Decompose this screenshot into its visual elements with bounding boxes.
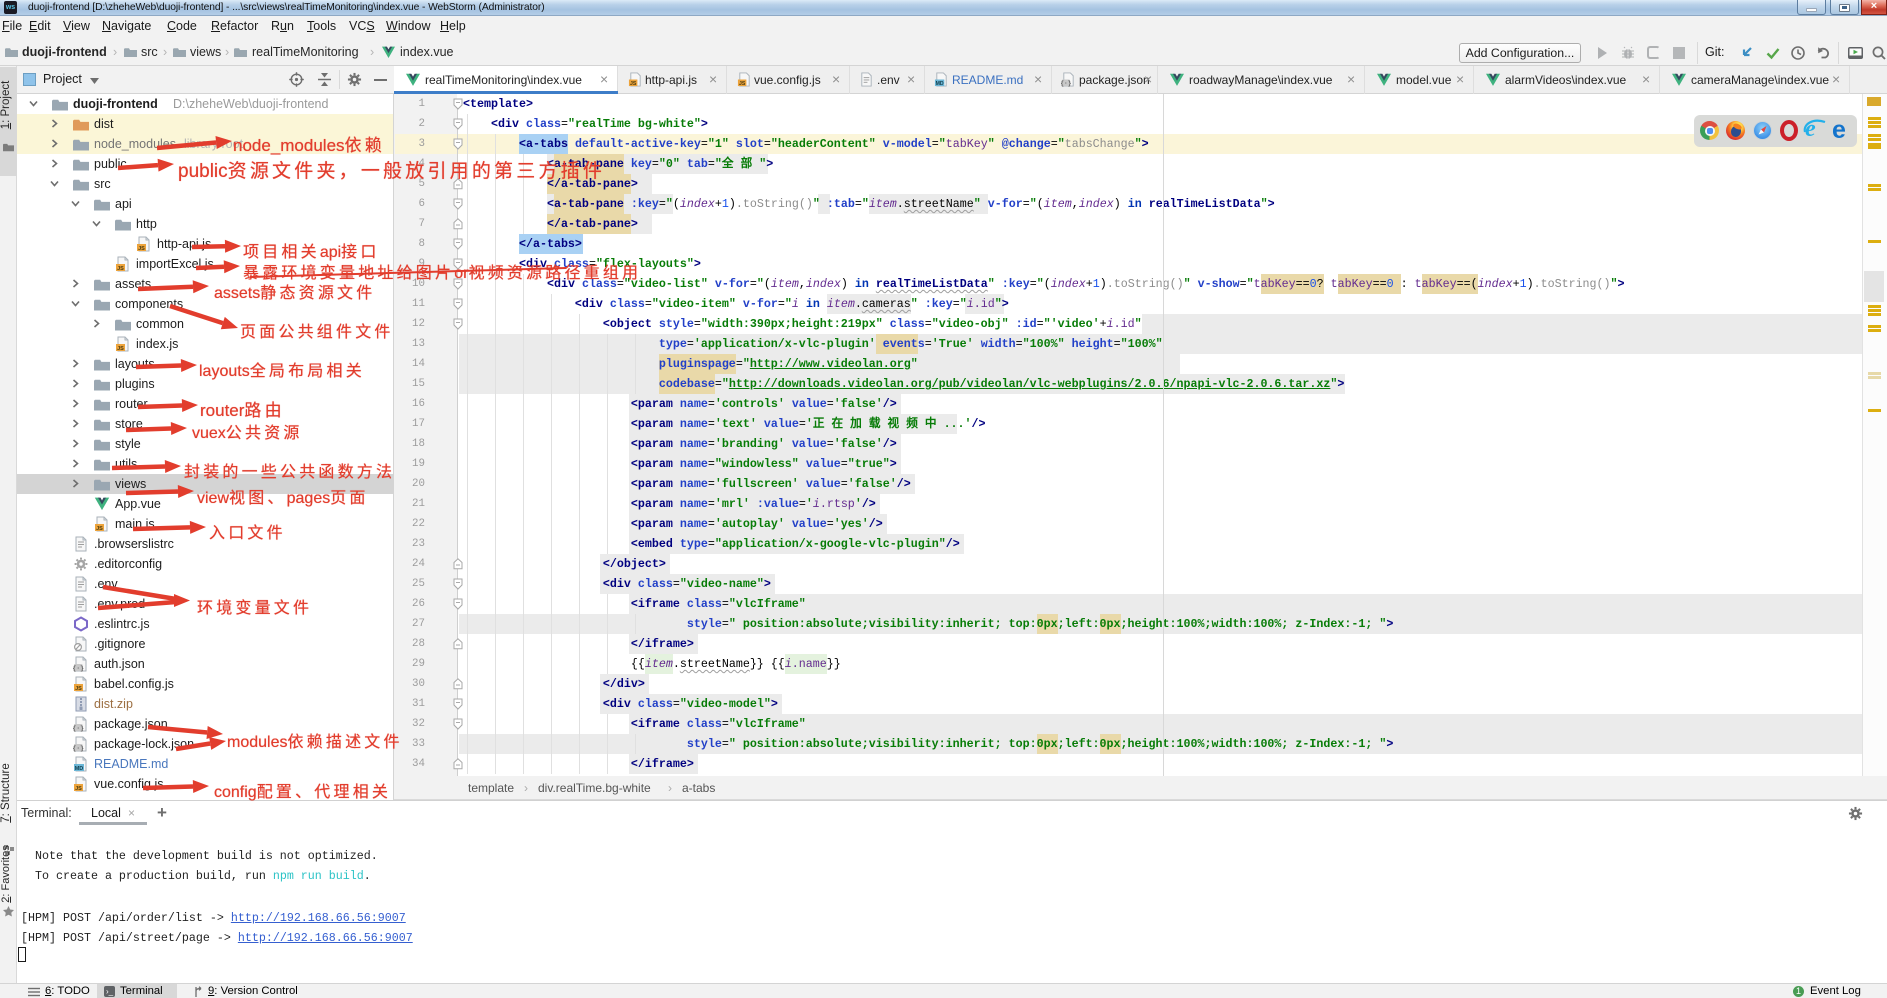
svg-text:JS: JS [138,246,145,252]
svg-text:{·}: {·} [1061,80,1072,87]
svg-text:JS: JS [117,346,124,352]
svg-text:JS: JS [75,786,82,792]
svg-text:{·}: {·} [73,665,84,672]
svg-text:JS: JS [630,81,637,87]
svg-text:JS: JS [739,81,746,87]
svg-text:{·}: {·} [73,745,84,752]
svg-text:{·}: {·} [73,725,84,732]
svg-text:MD: MD [936,81,944,87]
svg-text:JS: JS [96,526,103,532]
svg-text:JS: JS [75,686,82,692]
svg-text:MD: MD [75,766,84,772]
svg-text:JS: JS [117,266,124,272]
